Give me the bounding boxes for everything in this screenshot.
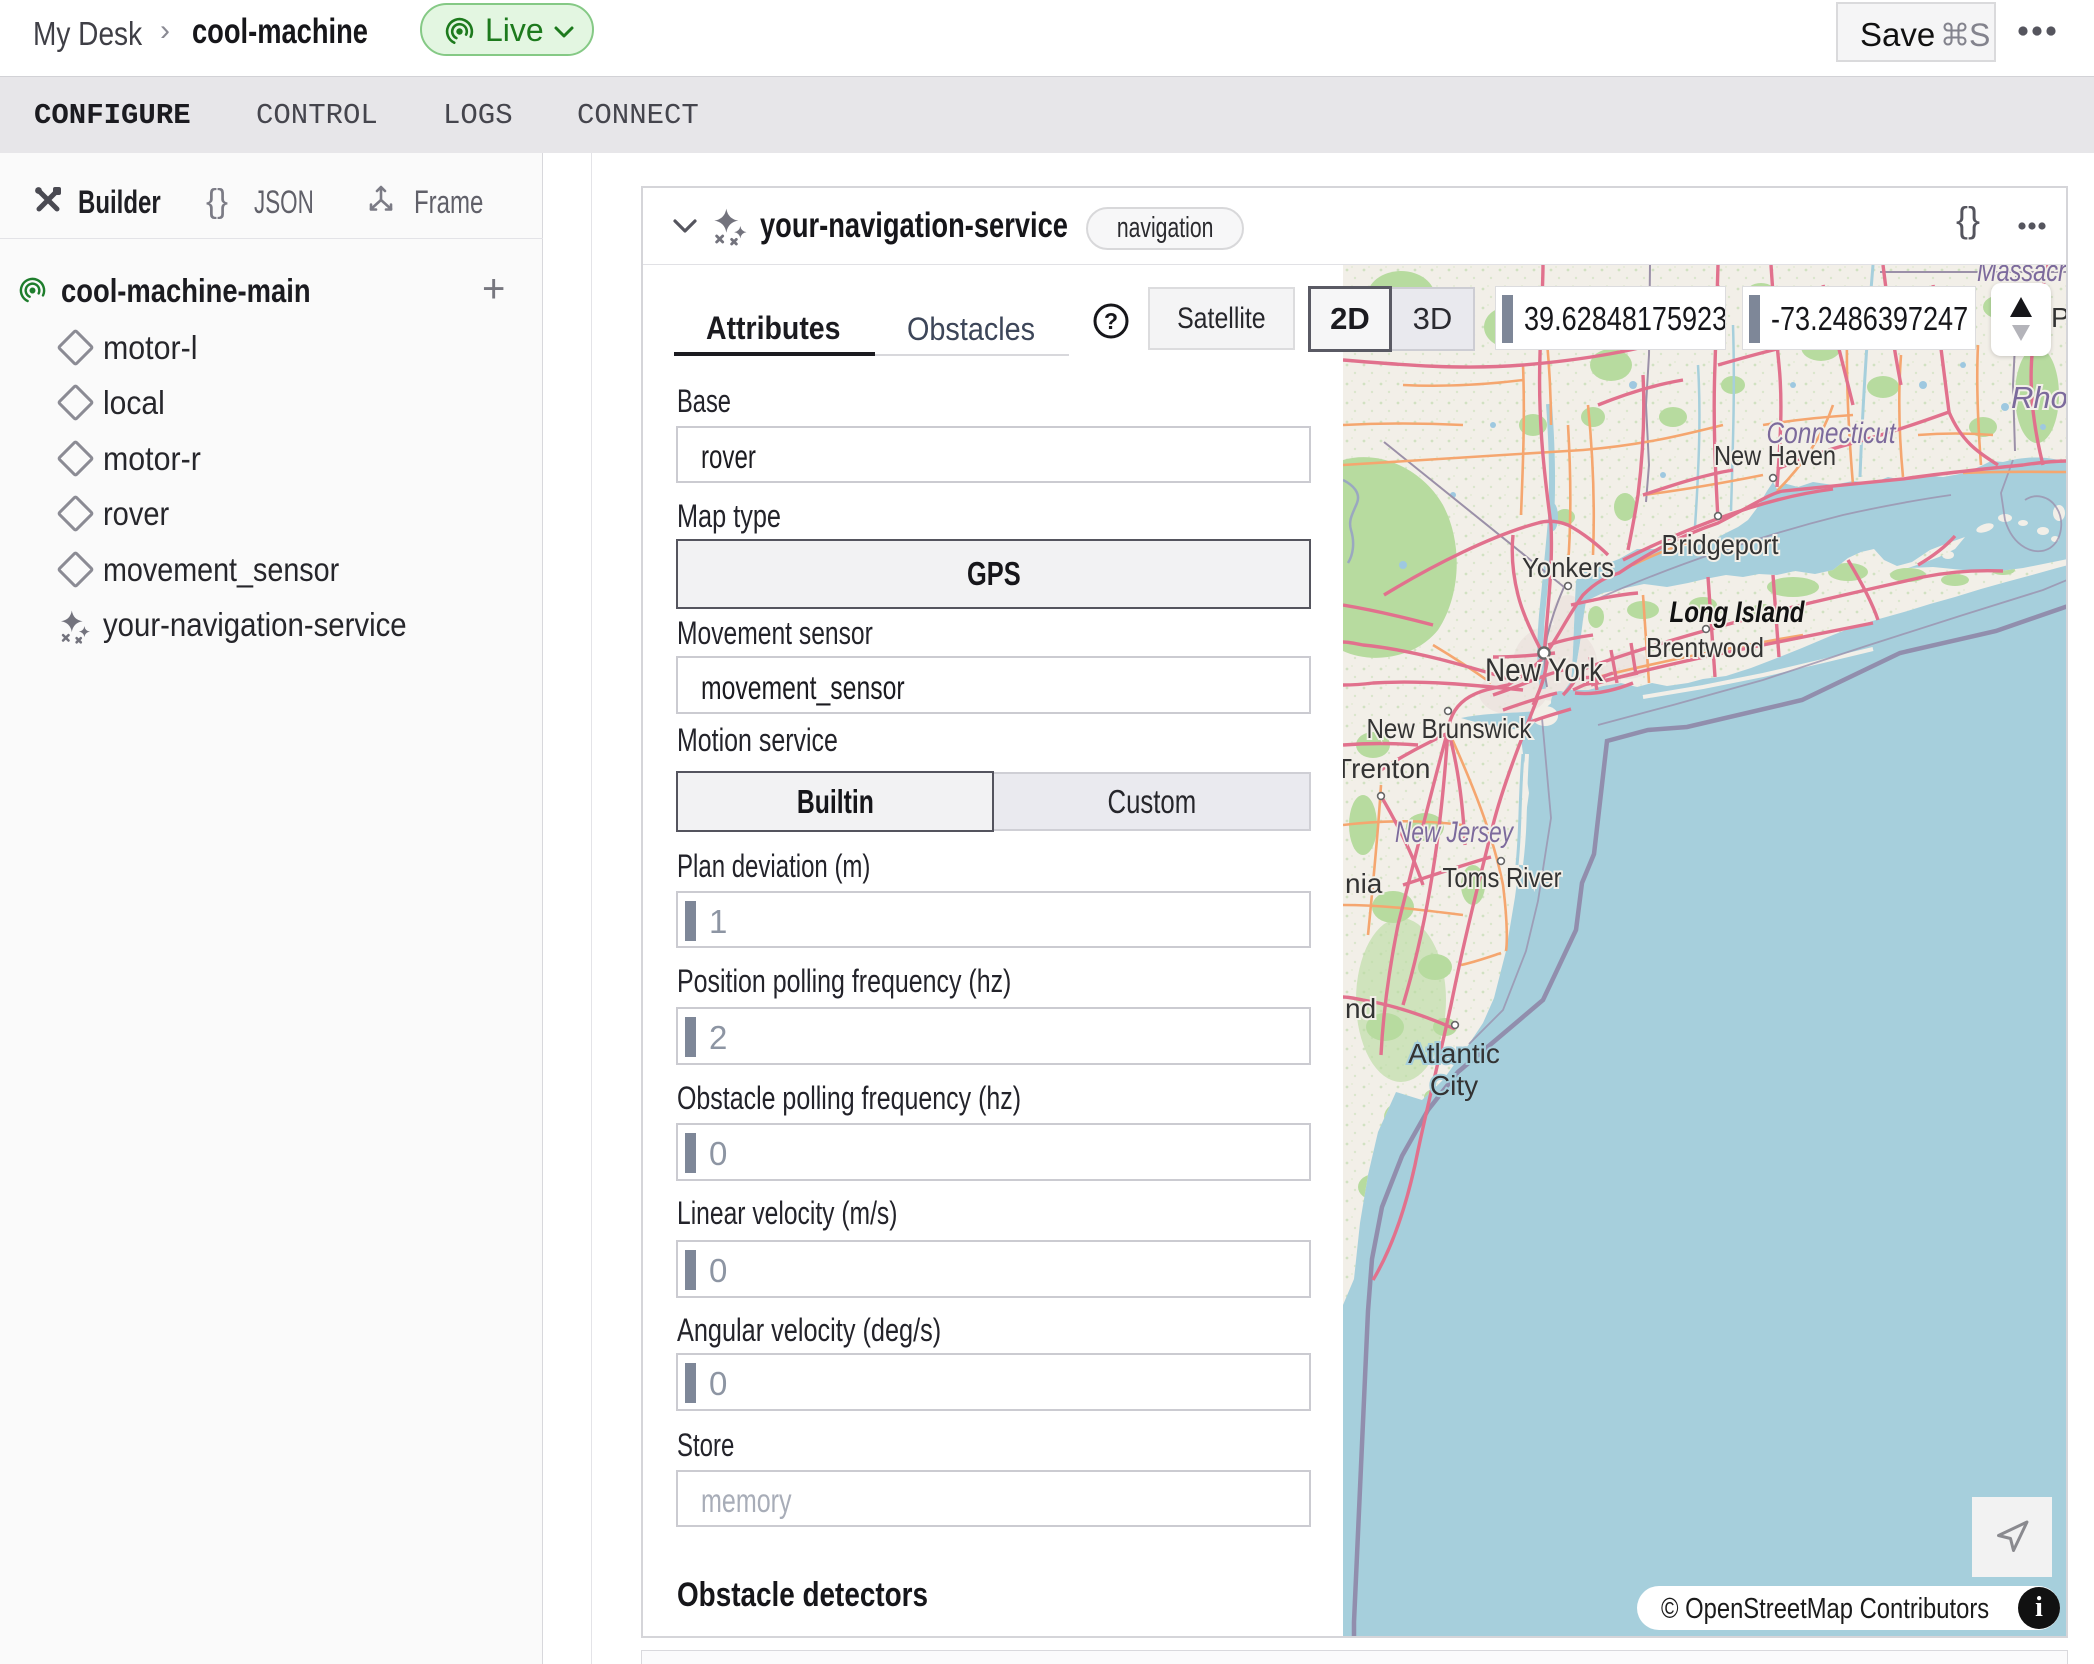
svg-text:nia: nia bbox=[1345, 868, 1383, 899]
svg-text:Prov: Prov bbox=[2051, 302, 2066, 333]
svg-text:New Brunswick: New Brunswick bbox=[1367, 713, 1533, 744]
svg-text:nd: nd bbox=[1345, 993, 1376, 1024]
svg-text:Trenton: Trenton bbox=[1343, 753, 1430, 784]
svg-text:Bridgeport: Bridgeport bbox=[1662, 529, 1779, 560]
svg-text:Connecticut: Connecticut bbox=[1767, 417, 1897, 450]
svg-text:?: ? bbox=[1104, 308, 1118, 334]
svg-text:City: City bbox=[1430, 1070, 1478, 1101]
svg-text:Atlantic: Atlantic bbox=[1408, 1038, 1500, 1069]
svg-text:Toms River: Toms River bbox=[1443, 862, 1562, 893]
svg-text:Yonkers: Yonkers bbox=[1522, 552, 1614, 583]
svg-text:Brentwood: Brentwood bbox=[1646, 632, 1764, 663]
svg-text:Long Island: Long Island bbox=[1670, 596, 1806, 629]
svg-text:Rhode I: Rhode I bbox=[2011, 380, 2066, 415]
svg-text:New York: New York bbox=[1485, 652, 1604, 688]
svg-text:New Jersey: New Jersey bbox=[1395, 816, 1514, 849]
